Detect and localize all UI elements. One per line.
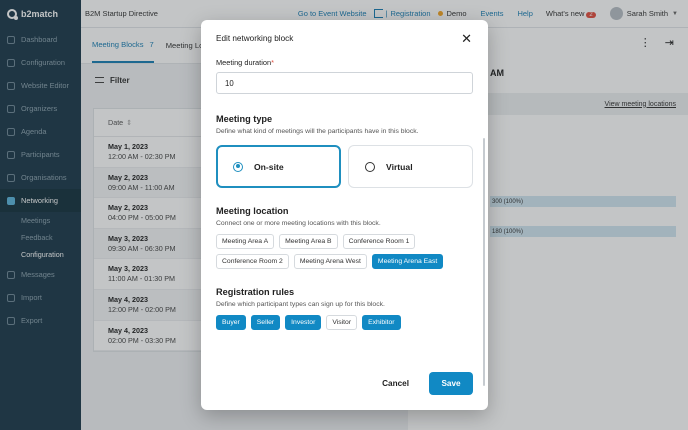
location-chips: Meeting Area A Meeting Area B Conference… [216,234,456,269]
meeting-location-title: Meeting location [216,206,289,216]
radio-selected-icon [233,161,243,172]
cancel-button[interactable]: Cancel [382,379,409,388]
participant-type-chip[interactable]: Visitor [326,315,358,330]
required-mark: * [271,58,274,67]
participant-type-chip[interactable]: Buyer [216,315,246,330]
meeting-duration-input[interactable]: 10 [216,72,473,94]
participant-type-chip[interactable]: Exhibitor [362,315,401,330]
radio-icon [365,161,375,172]
meeting-location-description: Connect one or more meeting locations wi… [216,220,381,227]
location-chip[interactable]: Meeting Area B [279,234,338,249]
participant-type-chip[interactable]: Seller [250,315,281,330]
registration-rules-title: Registration rules [216,287,295,297]
duration-label-text: Meeting duration [216,58,272,67]
dialog-scrollbar[interactable] [483,138,485,386]
edit-networking-block-dialog: Edit networking block ✕ Meeting duration… [201,20,488,410]
location-chip[interactable]: Conference Room 2 [216,254,289,269]
dialog-header: Edit networking block ✕ [201,20,488,56]
dialog-footer: Cancel Save [382,372,473,395]
dialog-title: Edit networking block [216,33,294,43]
duration-label: Meeting duration* [216,58,473,67]
registration-rules-description: Define which participant types can sign … [216,301,385,308]
type-option-onsite[interactable]: On-site [216,145,341,188]
type-option-virtual[interactable]: Virtual [348,145,473,188]
duration-value: 10 [225,78,234,88]
type-virtual-label: Virtual [386,161,413,172]
meeting-type-description: Define what kind of meetings will the pa… [216,128,419,135]
location-chip[interactable]: Meeting Area A [216,234,275,249]
location-chip[interactable]: Conference Room 1 [342,234,416,249]
save-button[interactable]: Save [429,372,473,395]
location-chip[interactable]: Meeting Arena West [293,254,367,269]
meeting-type-options: On-site Virtual [216,145,473,188]
dialog-body: Meeting duration* 10 Meeting type Define… [216,58,473,330]
close-icon[interactable]: ✕ [461,32,472,45]
type-onsite-label: On-site [254,161,284,172]
meeting-type-title: Meeting type [216,114,273,124]
participant-type-chip[interactable]: Investor [285,315,322,330]
participant-type-chips: Buyer Seller Investor Visitor Exhibitor [216,315,456,330]
location-chip-selected[interactable]: Meeting Arena East [371,254,444,269]
